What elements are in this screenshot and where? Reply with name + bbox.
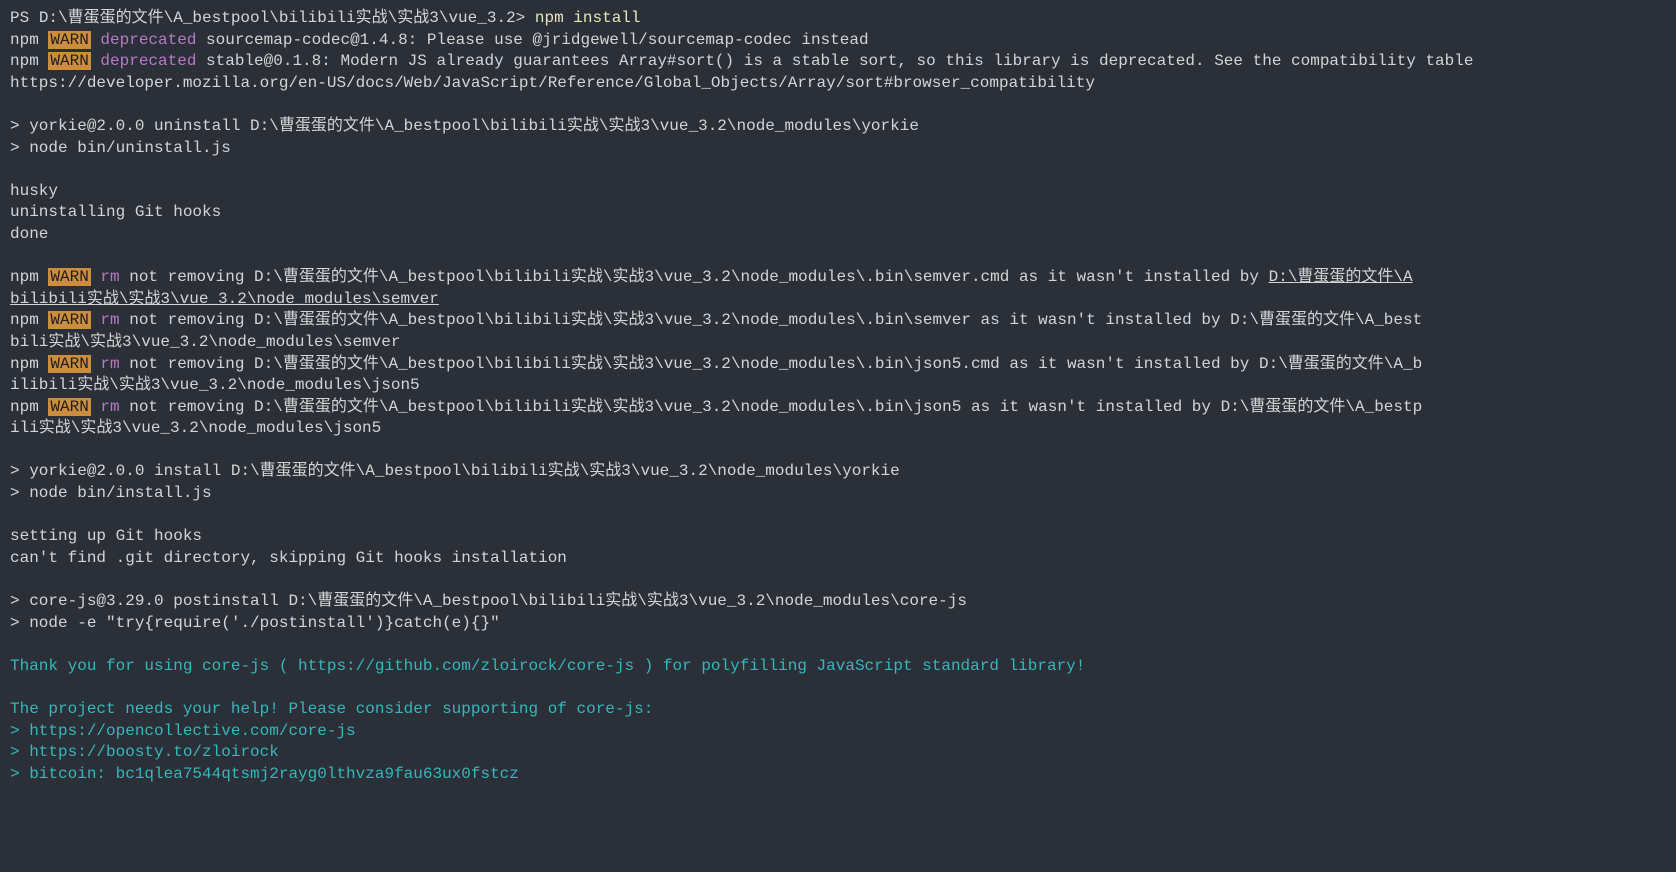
npm-label: npm (10, 31, 48, 49)
rm-label: rm (91, 268, 120, 286)
command-text: npm install (525, 9, 640, 27)
output-line: > yorkie@2.0.0 install D:\曹蛋蛋的文件\A_bestp… (10, 461, 1666, 483)
prompt-prefix: PS (10, 9, 39, 27)
output-line: ili实战\实战3\vue_3.2\node_modules\json5 (10, 418, 1666, 440)
npm-label: npm (10, 355, 48, 373)
blank-line (10, 440, 1666, 462)
warn-badge: WARN (48, 31, 90, 49)
support-link: > https://boosty.to/zloirock (10, 742, 1666, 764)
warn-badge: WARN (48, 52, 90, 70)
corejs-help: The project needs your help! Please cons… (10, 699, 1666, 721)
rm-text: not removing D:\曹蛋蛋的文件\A_bestpool\bilibi… (120, 398, 1423, 416)
terminal-output[interactable]: PS D:\曹蛋蛋的文件\A_bestpool\bilibili实战\实战3\v… (10, 8, 1666, 785)
npm-label: npm (10, 311, 48, 329)
blank-line (10, 505, 1666, 527)
output-line: > node bin/uninstall.js (10, 138, 1666, 160)
blank-line (10, 569, 1666, 591)
warn-badge: WARN (48, 398, 90, 416)
output-line: husky (10, 181, 1666, 203)
corejs-thanks: Thank you for using core-js ( https://gi… (10, 656, 1666, 678)
output-line: > core-js@3.29.0 postinstall D:\曹蛋蛋的文件\A… (10, 591, 1666, 613)
warn-rm-line: npm WARN rm not removing D:\曹蛋蛋的文件\A_bes… (10, 354, 1666, 376)
output-line: bili实战\实战3\vue_3.2\node_modules\semver (10, 332, 1666, 354)
blank-line (10, 634, 1666, 656)
rm-path-ul: D:\曹蛋蛋的文件\A (1269, 268, 1413, 286)
warn-badge: WARN (48, 268, 90, 286)
warn-badge: WARN (48, 355, 90, 373)
npm-label: npm (10, 268, 48, 286)
warn-rm-line: npm WARN rm not removing D:\曹蛋蛋的文件\A_bes… (10, 310, 1666, 332)
blank-line (10, 159, 1666, 181)
rm-text: not removing D:\曹蛋蛋的文件\A_bestpool\bilibi… (120, 355, 1423, 373)
support-link: > https://opencollective.com/core-js (10, 721, 1666, 743)
blank-line (10, 246, 1666, 268)
output-line: done (10, 224, 1666, 246)
rm-label: rm (91, 311, 120, 329)
output-line: uninstalling Git hooks (10, 202, 1666, 224)
npm-label: npm (10, 398, 48, 416)
support-link: > bitcoin: bc1qlea7544qtsmj2rayg0lthvza9… (10, 764, 1666, 786)
deprecated-label: deprecated (91, 52, 197, 70)
output-line: can't find .git directory, skipping Git … (10, 548, 1666, 570)
output-line: > node bin/install.js (10, 483, 1666, 505)
deprecated-label: deprecated (91, 31, 197, 49)
warn-rm-line: npm WARN rm not removing D:\曹蛋蛋的文件\A_bes… (10, 267, 1666, 289)
warn-badge: WARN (48, 311, 90, 329)
warn-rm-line: npm WARN rm not removing D:\曹蛋蛋的文件\A_bes… (10, 397, 1666, 419)
warn-text: sourcemap-codec@1.4.8: Please use @jridg… (196, 31, 868, 49)
rm-text: not removing D:\曹蛋蛋的文件\A_bestpool\bilibi… (120, 311, 1423, 329)
warn-line: npm WARN deprecated sourcemap-codec@1.4.… (10, 30, 1666, 52)
prompt-line: PS D:\曹蛋蛋的文件\A_bestpool\bilibili实战\实战3\v… (10, 8, 1666, 30)
warn-line: npm WARN deprecated stable@0.1.8: Modern… (10, 51, 1666, 73)
warn-text: stable@0.1.8: Modern JS already guarante… (196, 52, 1473, 70)
blank-line (10, 94, 1666, 116)
output-line: bilibili实战\实战3\vue_3.2\node_modules\semv… (10, 289, 1666, 311)
output-line: https://developer.mozilla.org/en-US/docs… (10, 73, 1666, 95)
blank-line (10, 677, 1666, 699)
output-line: setting up Git hooks (10, 526, 1666, 548)
rm-label: rm (91, 355, 120, 373)
rm-text: not removing D:\曹蛋蛋的文件\A_bestpool\bilibi… (120, 268, 1269, 286)
prompt-path: D:\曹蛋蛋的文件\A_bestpool\bilibili实战\实战3\vue_… (39, 9, 525, 27)
npm-label: npm (10, 52, 48, 70)
output-line: ilibili实战\实战3\vue_3.2\node_modules\json5 (10, 375, 1666, 397)
output-line: > node -e "try{require('./postinstall')}… (10, 613, 1666, 635)
rm-label: rm (91, 398, 120, 416)
output-line: > yorkie@2.0.0 uninstall D:\曹蛋蛋的文件\A_bes… (10, 116, 1666, 138)
